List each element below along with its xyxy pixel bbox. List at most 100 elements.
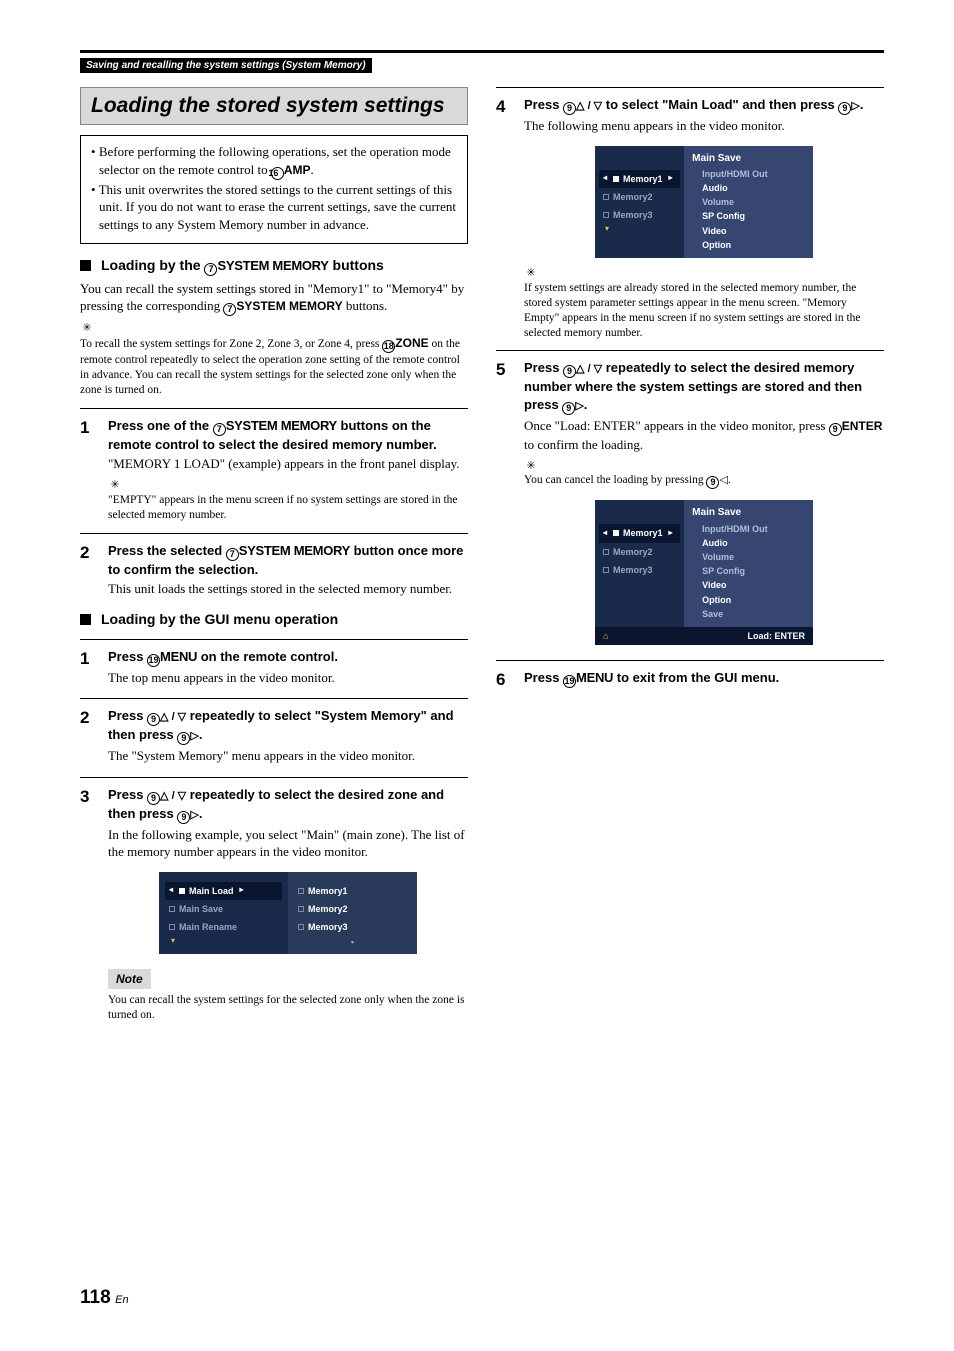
step-1-body: "MEMORY 1 LOAD" (example) appears in the… [108, 455, 468, 473]
gui2-mem3: Memory3 [613, 209, 653, 221]
circled-19-icon: 19 [563, 675, 576, 688]
lock-indicator-icon: ⌂ [603, 630, 608, 642]
circled-7-icon: 7 [213, 423, 226, 436]
circled-9-icon: 9 [562, 402, 575, 415]
step-1-heading: Press one of the 7SYSTEM MEMORY buttons … [108, 417, 468, 454]
gui2-sub: Input/HDMI Out [692, 167, 807, 181]
gui-step-1-body: The top menu appears in the video monito… [108, 669, 468, 687]
tip-icon [108, 475, 122, 493]
gui2-sub: Volume [692, 195, 807, 209]
circled-7-icon: 7 [223, 303, 236, 316]
circled-9-icon: 9 [838, 102, 851, 115]
gui-step-5-heading: Press 9△ / ▽ repeatedly to select the de… [524, 359, 884, 415]
gui2-mem2: Memory2 [613, 191, 653, 203]
circled-9-icon: 9 [177, 811, 190, 824]
gui1-left-2: Main Rename [179, 921, 237, 933]
section-a-tip: To recall the system settings for Zone 2… [80, 336, 468, 398]
gui-step-3: 3 Press 9△ / ▽ repeatedly to select the … [80, 777, 468, 960]
gui-step-4: 4 Press 9△ / ▽ to select "Main Load" and… [496, 87, 884, 340]
step-number: 6 [496, 669, 512, 692]
gui2b-title: Main Save [692, 506, 807, 520]
gui-step-3-body: In the following example, you select "Ma… [108, 826, 468, 861]
step-2: 2 Press the selected 7SYSTEM MEMORY butt… [80, 533, 468, 600]
gui2b-mem3: Memory3 [613, 564, 653, 576]
circled-9-icon: 9 [706, 476, 719, 489]
gui-step-2-heading: Press 9△ / ▽ repeatedly to select "Syste… [108, 707, 468, 745]
gui2b-sub: Audio [692, 536, 807, 550]
step-2-body: This unit loads the settings stored in t… [108, 580, 468, 598]
gui2b-sub: Option [692, 593, 807, 607]
breadcrumb: Saving and recalling the system settings… [80, 58, 372, 73]
gui2b-sub: SP Config [692, 564, 807, 578]
gui-step-6: 6 Press 19MENU to exit from the GUI menu… [496, 660, 884, 692]
gui1-left-0: Main Load [189, 885, 234, 897]
note-text: You can recall the system settings for t… [108, 993, 468, 1023]
circled-9-icon: 9 [563, 365, 576, 378]
page-title: Loading the stored system settings [91, 92, 457, 120]
tip-icon [524, 263, 538, 281]
circled-9-icon: 9 [147, 713, 160, 726]
gui2-sub: SP Config [692, 209, 807, 223]
step-number: 1 [80, 648, 96, 689]
gui-step-5-tip: You can cancel the loading by pressing 9… [524, 473, 884, 489]
gui-step-3-heading: Press 9△ / ▽ repeatedly to select the de… [108, 786, 468, 824]
gui2b-sub: Video [692, 578, 807, 592]
gui1-right-1: Memory2 [308, 903, 348, 915]
step-number: 4 [496, 96, 512, 340]
gui-step-6-heading: Press 19MENU to exit from the GUI menu. [524, 669, 884, 688]
gui-step-4-tip: If system settings are already stored in… [524, 281, 884, 341]
note-label: Note [108, 969, 151, 989]
gui-screenshot-1: Main Load Main Save Main Rename ▾ Memory… [158, 871, 418, 956]
gui2b-save: Save [692, 607, 807, 621]
circled-9-icon: 9 [177, 732, 190, 745]
tip-icon [524, 456, 538, 474]
circled-7-icon: 7 [204, 263, 217, 276]
gui-step-1: 1 Press 19MENU on the remote control. Th… [80, 639, 468, 689]
page-number: 118 En [80, 1287, 129, 1309]
square-bullet-icon [80, 614, 91, 625]
step-number: 2 [80, 542, 96, 600]
left-column: Loading the stored system settings Befor… [80, 87, 468, 1023]
gui-step-4-body: The following menu appears in the video … [524, 117, 884, 135]
gui2-sub: Option [692, 238, 807, 252]
gui-step-4-heading: Press 9△ / ▽ to select "Main Load" and t… [524, 96, 884, 115]
circled-18-icon: 18 [382, 340, 395, 353]
gui-screenshot-2: Memory1 Memory2 Memory3 ▾ Main Save Inpu… [594, 145, 814, 259]
gui2b-footer: ⌂Load: ENTER [595, 627, 813, 645]
gui-step-2: 2 Press 9△ / ▽ repeatedly to select "Sys… [80, 698, 468, 767]
step-1-tip: "EMPTY" appears in the menu screen if no… [108, 493, 468, 523]
section-b-heading: Loading by the GUI menu operation [101, 610, 338, 629]
step-number: 1 [80, 417, 96, 523]
page-title-bar: Loading the stored system settings [80, 87, 468, 125]
step-number: 3 [80, 786, 96, 960]
top-rule [80, 50, 884, 53]
intro-box: Before performing the following operatio… [80, 135, 468, 243]
circled-19-icon: 19 [147, 654, 160, 667]
section-a-heading: Loading by the 7SYSTEM MEMORY buttons [101, 256, 384, 276]
gui1-right-0: Memory1 [308, 885, 348, 897]
square-bullet-icon [80, 260, 91, 271]
right-column: 4 Press 9△ / ▽ to select "Main Load" and… [496, 87, 884, 1023]
step-2-heading: Press the selected 7SYSTEM MEMORY button… [108, 542, 468, 579]
gui-screenshot-3: Memory1 Memory2 Memory3 Main Save Input/… [594, 499, 814, 646]
gui2b-sub: Volume [692, 550, 807, 564]
gui2-title: Main Save [692, 152, 807, 166]
tip-icon [80, 318, 94, 336]
circled-9-icon: 9 [147, 792, 160, 805]
gui2b-mem2: Memory2 [613, 546, 653, 558]
gui-step-5: 5 Press 9△ / ▽ repeatedly to select the … [496, 350, 884, 650]
scroll-indicator-icon: ▾ [599, 224, 680, 235]
step-number: 5 [496, 359, 512, 650]
intro-bullet-2: This unit overwrites the stored settings… [91, 181, 457, 234]
intro-bullet-1: Before performing the following operatio… [91, 143, 457, 180]
gui-step-5-body: Once "Load: ENTER" appears in the video … [524, 417, 884, 454]
gui-step-1-heading: Press 19MENU on the remote control. [108, 648, 468, 667]
step-number: 2 [80, 707, 96, 767]
gui2-sub: Audio [692, 181, 807, 195]
gui2b-sub: Input/HDMI Out [692, 522, 807, 536]
circled-16-icon: 16 [271, 167, 284, 180]
gui1-left-1: Main Save [179, 903, 223, 915]
gui1-right-2: Memory3 [308, 921, 348, 933]
circled-9-icon: 9 [829, 423, 842, 436]
gui2-sub: Video [692, 224, 807, 238]
